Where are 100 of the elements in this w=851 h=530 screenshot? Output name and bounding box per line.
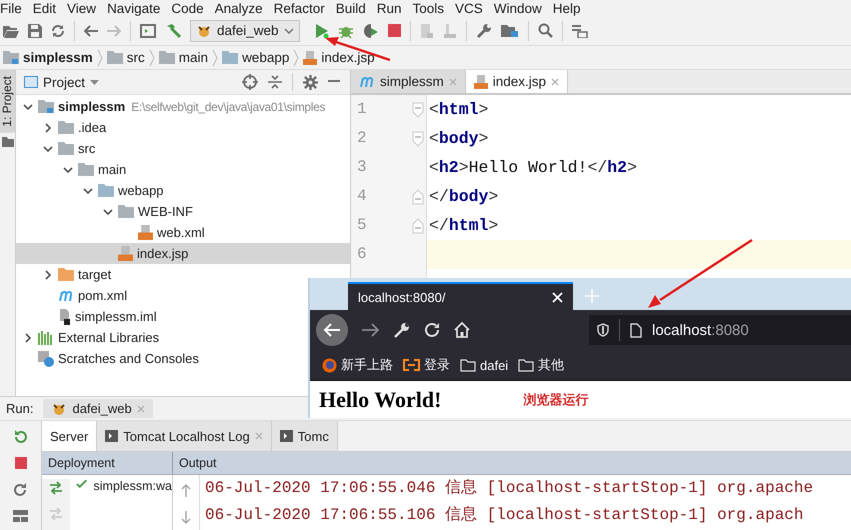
fold-marker-icon[interactable]	[412, 188, 424, 204]
log-line: 06-Jul-2020 17:06:55.106 信息 [localhost-startStop-1] org.apach	[205, 505, 804, 526]
menu-item[interactable]: Edit	[32, 0, 56, 16]
deployment-item[interactable]: simplessm:wa	[94, 479, 172, 493]
breadcrumb-item[interactable]: index.jsp	[303, 50, 375, 65]
project-structure-icon[interactable]	[500, 24, 519, 38]
forward-arrow-icon[interactable]	[362, 323, 380, 337]
tree-item[interactable]: WEB-INF	[16, 201, 199, 222]
up-arrow-icon[interactable]	[181, 483, 191, 497]
collapse-icon[interactable]	[268, 74, 282, 90]
maven-icon	[58, 290, 74, 301]
search-icon[interactable]	[538, 23, 553, 38]
fold-marker-icon[interactable]	[412, 102, 424, 118]
menu-item[interactable]: Navigate	[107, 0, 160, 16]
maven-icon	[359, 76, 375, 87]
deploy-arrows-icon[interactable]	[49, 481, 64, 495]
menu-item[interactable]: Build	[336, 0, 366, 16]
column-header: Deployment	[42, 452, 173, 474]
tree-item-label: WEB-INF	[138, 204, 193, 219]
breadcrumb-item[interactable]: webapp	[222, 48, 300, 66]
run-config-tab[interactable]: dafei_web	[43, 399, 153, 418]
bookmark[interactable]: dafei	[460, 358, 508, 372]
menu-item[interactable]: VCS	[455, 0, 483, 16]
line-number: 3	[356, 157, 368, 178]
run-tab[interactable]: Tomcat Localhost Log	[97, 421, 272, 451]
fold-marker-icon[interactable]	[412, 130, 424, 146]
folder-icon	[98, 184, 114, 197]
bookmark[interactable]: 新手上路	[322, 356, 393, 374]
run-tab[interactable]: Tomc	[272, 421, 338, 451]
tree-item[interactable]: .idea	[16, 117, 112, 138]
stop-icon[interactable]	[14, 457, 26, 469]
run-config-dropdown[interactable]: dafei_web	[190, 20, 300, 42]
editor-tab[interactable]: index.jsp	[466, 70, 568, 93]
project-side-tab[interactable]: 1: Project	[0, 70, 15, 133]
folder-icon	[460, 358, 476, 372]
layout-icon[interactable]	[13, 510, 28, 522]
rerun-icon[interactable]	[13, 429, 28, 444]
run-tab[interactable]: Server	[42, 421, 98, 451]
tree-item[interactable]: web.xml	[16, 222, 211, 243]
reload-icon[interactable]	[424, 322, 440, 338]
menu-item[interactable]: Run	[376, 0, 402, 16]
coverage-icon[interactable]	[362, 22, 379, 38]
panel-title-dropdown[interactable]: Project	[24, 74, 100, 90]
folder-icon	[3, 51, 19, 64]
bookmark[interactable]: 其他	[518, 356, 564, 374]
run-icon[interactable]	[314, 22, 329, 38]
chevron-icon	[42, 144, 54, 154]
refresh-icon[interactable]	[13, 482, 28, 497]
caret-icon	[284, 28, 294, 34]
tree-item[interactable]: index.jsp	[16, 243, 350, 264]
stop-icon[interactable]	[388, 24, 401, 37]
chevron-icon	[22, 102, 34, 112]
menu-item[interactable]: Window	[494, 0, 542, 16]
page-heading: Hello World!	[319, 386, 442, 412]
tree-item[interactable]: pom.xml	[16, 285, 134, 306]
menu-item[interactable]: File	[0, 0, 22, 16]
annotation-text: 浏览器运行	[523, 390, 588, 408]
locate-icon[interactable]	[242, 74, 258, 90]
menu-item[interactable]: Refactor	[274, 0, 325, 16]
address-bar[interactable]: localhost:8080	[589, 315, 851, 345]
menu-item[interactable]: Code	[171, 0, 204, 16]
breadcrumb-item[interactable]: main	[158, 48, 218, 66]
terminal-icon[interactable]	[140, 24, 156, 38]
fold-marker-icon[interactable]	[412, 218, 424, 234]
list-window-icon[interactable]	[572, 24, 588, 38]
globe-icon	[322, 358, 337, 372]
menu-item[interactable]: Analyze	[214, 0, 263, 16]
tree-item[interactable]: src	[16, 138, 102, 159]
home-icon[interactable]	[454, 322, 470, 338]
check-icon	[76, 479, 88, 489]
hammer-icon[interactable]	[165, 22, 181, 38]
tree-item[interactable]: Scratches and Consoles	[16, 348, 205, 369]
chevron-icon	[212, 48, 218, 66]
open-folder-icon[interactable]	[3, 24, 19, 38]
tree-item[interactable]: External Libraries	[16, 327, 166, 348]
tree-item[interactable]: simplessm E:\selfweb\git_dev\java\java01\simples	[16, 96, 332, 117]
column-header: Output	[178, 455, 217, 472]
tree-item[interactable]: main	[16, 159, 132, 180]
menu-item[interactable]: View	[67, 0, 96, 16]
tree-item[interactable]: simplessm.iml	[16, 306, 163, 327]
breadcrumb-item[interactable]: simplessm	[3, 48, 103, 66]
tree-item-label: Scratches and Consoles	[58, 351, 199, 366]
bookmark[interactable]: 登录	[403, 356, 450, 374]
breadcrumb-item[interactable]: src	[106, 48, 155, 66]
chevron-icon	[96, 48, 103, 66]
tree-item[interactable]: webapp	[16, 180, 170, 201]
down-arrow-icon[interactable]	[181, 511, 191, 525]
settings-icon[interactable]	[476, 22, 492, 38]
sync-icon[interactable]	[51, 24, 65, 38]
wrench-icon[interactable]	[394, 322, 410, 338]
folder-icon	[518, 358, 534, 372]
save-icon[interactable]	[28, 24, 42, 38]
settings-icon[interactable]	[303, 74, 318, 90]
editor-tab[interactable]: simplessm	[351, 70, 466, 93]
tree-item[interactable]: target	[16, 264, 118, 285]
menu-item[interactable]: Tools	[412, 0, 444, 16]
jsp-file-icon	[303, 50, 318, 64]
browser-tab[interactable]: localhost:8080/	[348, 282, 573, 310]
menu-item[interactable]: Help	[552, 0, 581, 16]
minimize-icon[interactable]	[328, 80, 340, 84]
